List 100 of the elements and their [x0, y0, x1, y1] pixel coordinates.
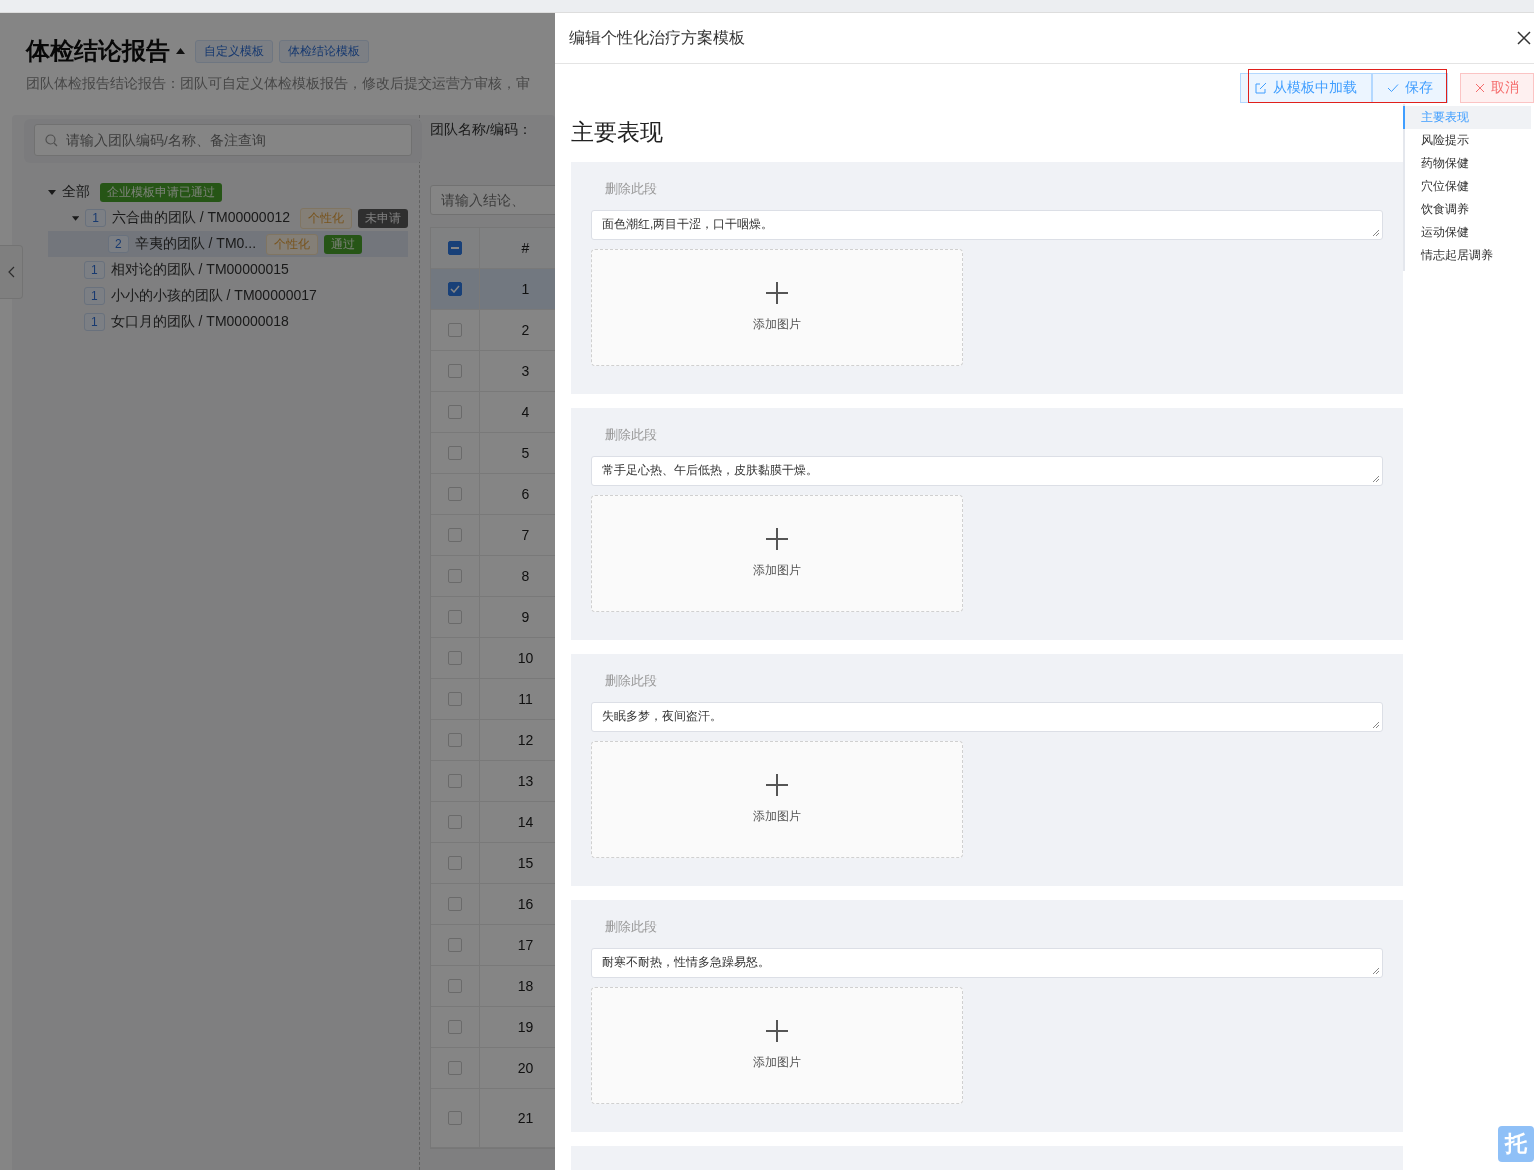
template-tab[interactable]: 自定义模板 — [195, 39, 273, 63]
plus-icon — [766, 773, 788, 796]
text-area[interactable]: 失眠多梦，夜间盗汗。 — [591, 702, 1383, 732]
table-cell-text: 2 — [520, 321, 531, 340]
text-area[interactable]: 耐寒不耐热，性情多急躁易怒。 — [591, 948, 1383, 978]
toolbar-button[interactable]: 从模板中加载 — [1240, 73, 1372, 103]
close-icon — [1475, 83, 1485, 93]
page-title: 体检结论报告 — [26, 36, 170, 66]
row-checkbox[interactable] — [448, 569, 462, 583]
table-cell-text: 17 — [516, 936, 535, 955]
upload-area[interactable]: 添加图片 — [591, 248, 963, 366]
delete-link[interactable]: 删除此段 — [591, 672, 657, 690]
search-field[interactable]: 请输入结论、 — [430, 185, 555, 215]
caret-icon[interactable] — [176, 48, 185, 54]
resize-handle-icon[interactable] — [1372, 228, 1380, 237]
row-checkbox[interactable] — [448, 1020, 462, 1034]
close-icon[interactable] — [1517, 31, 1531, 45]
select-all-checkbox[interactable] — [448, 241, 462, 255]
drawer-title: 编辑个性化治疗方案模板 — [569, 27, 745, 48]
row-checkbox[interactable] — [448, 1061, 462, 1075]
row-checkbox[interactable] — [448, 364, 462, 378]
check-icon — [1387, 83, 1399, 93]
text-area[interactable]: 面色潮红,两目干涩，口干咽燥。 — [591, 210, 1383, 240]
collapse-button[interactable] — [0, 245, 23, 299]
table-cell-text: 19 — [516, 1018, 535, 1037]
row-checkbox[interactable] — [448, 815, 462, 829]
anchor-link[interactable]: 药物保健 — [1405, 152, 1531, 175]
status-tag: 个性化 — [300, 207, 352, 229]
caret-icon[interactable] — [72, 215, 80, 221]
row-checkbox[interactable] — [448, 897, 462, 911]
status-tag: 企业模板申请已通过 — [100, 182, 222, 202]
tree-label: 辛夷的团队 / TM0... — [134, 235, 257, 253]
row-checkbox[interactable] — [448, 856, 462, 870]
upload-area[interactable]: 添加图片 — [591, 740, 963, 858]
table-cell-text: 7 — [520, 526, 531, 545]
delete-link[interactable]: 删除此段 — [591, 918, 657, 936]
search-icon — [45, 134, 58, 147]
section-heading: 主要表现 — [571, 118, 664, 147]
row-checkbox[interactable] — [448, 282, 462, 296]
plus-icon — [766, 281, 788, 304]
table-cell-text: 11 — [517, 690, 534, 709]
table-cell-text: 15 — [516, 854, 535, 873]
tree-node[interactable]: 2 辛夷的团队 / TM0... 个性化 通过 — [48, 231, 408, 257]
row-checkbox[interactable] — [448, 733, 462, 747]
tree-label: 全部 — [62, 183, 90, 201]
tree-node[interactable]: 全部 企业模板申请已通过 — [48, 179, 408, 205]
table-cell-text: 18 — [516, 977, 535, 996]
tree-label: 女口月的团队 / TM00000018 — [110, 313, 289, 331]
anchor-link[interactable]: 饮食调养 — [1405, 198, 1531, 221]
template-tab[interactable]: 体检结论模板 — [279, 39, 369, 63]
tree-label: 小小的小孩的团队 / TM00000017 — [110, 287, 317, 305]
tree-node[interactable]: 1 女口月的团队 / TM00000018 — [48, 309, 408, 335]
row-checkbox[interactable] — [448, 528, 462, 542]
row-checkbox[interactable] — [448, 405, 462, 419]
anchor-link[interactable]: 运动保健 — [1405, 221, 1531, 244]
filter-label: 团队名称/编码： — [430, 121, 533, 139]
table-cell-text: 21 — [516, 1109, 535, 1128]
upload-area[interactable]: 添加图片 — [591, 494, 963, 612]
search-field[interactable]: 请输入团队编码/名称、备注查询 — [34, 124, 412, 156]
text-area[interactable]: 常手足心热、午后低热，皮肤黏膜干燥。 — [591, 456, 1383, 486]
anchor-link[interactable]: 穴位保健 — [1405, 175, 1531, 198]
anchor-link[interactable]: 风险提示 — [1405, 129, 1531, 152]
upload-area[interactable]: 添加图片 — [591, 986, 963, 1104]
delete-link[interactable]: 删除此段 — [591, 426, 657, 444]
toolbar-button[interactable]: 取消 — [1460, 73, 1534, 103]
resize-handle-icon[interactable] — [1372, 474, 1380, 483]
status-tag: 个性化 — [266, 233, 319, 255]
tree-node[interactable]: 1 小小的小孩的团队 / TM00000017 — [48, 283, 408, 309]
row-checkbox[interactable] — [448, 692, 462, 706]
row-checkbox[interactable] — [448, 446, 462, 460]
row-checkbox[interactable] — [448, 487, 462, 501]
table-cell-text: 9 — [520, 608, 531, 627]
anchor-link[interactable]: 主要表现 — [1403, 106, 1531, 129]
row-checkbox[interactable] — [448, 323, 462, 337]
level-badge: 1 — [85, 209, 106, 227]
row-checkbox[interactable] — [448, 938, 462, 952]
tree-node[interactable]: 1 相对论的团队 / TM00000015 — [48, 257, 408, 283]
page-description: 团队体检报告结论报告：团队可自定义体检模板报告，修改后提交运营方审核，审 — [25, 75, 531, 93]
status-tag: 未申请 — [358, 208, 408, 228]
row-checkbox[interactable] — [448, 1111, 462, 1125]
plus-icon — [766, 527, 788, 550]
anchor-link[interactable]: 情志起居调养 — [1405, 244, 1531, 267]
table-cell-text: 6 — [520, 485, 531, 504]
resize-handle-icon[interactable] — [1372, 966, 1380, 975]
row-checkbox[interactable] — [448, 774, 462, 788]
row-checkbox[interactable] — [448, 979, 462, 993]
table-cell-text: 1 — [520, 280, 531, 299]
row-checkbox[interactable] — [448, 651, 462, 665]
tree-node[interactable]: 1 六合曲的团队 / TM00000012 个性化 未申请 — [48, 205, 408, 231]
table-cell-text: 5 — [520, 444, 531, 463]
resize-handle-icon[interactable] — [1372, 720, 1380, 729]
table-cell-text: 10 — [516, 649, 535, 668]
row-checkbox[interactable] — [448, 610, 462, 624]
column-header: # — [520, 239, 531, 258]
delete-link[interactable]: 删除此段 — [591, 180, 657, 198]
plus-icon — [766, 1019, 788, 1042]
level-badge: 1 — [84, 261, 105, 279]
toolbar-button[interactable]: 保存 — [1372, 73, 1448, 103]
status-tag: 通过 — [324, 234, 363, 254]
caret-icon[interactable] — [48, 189, 56, 195]
